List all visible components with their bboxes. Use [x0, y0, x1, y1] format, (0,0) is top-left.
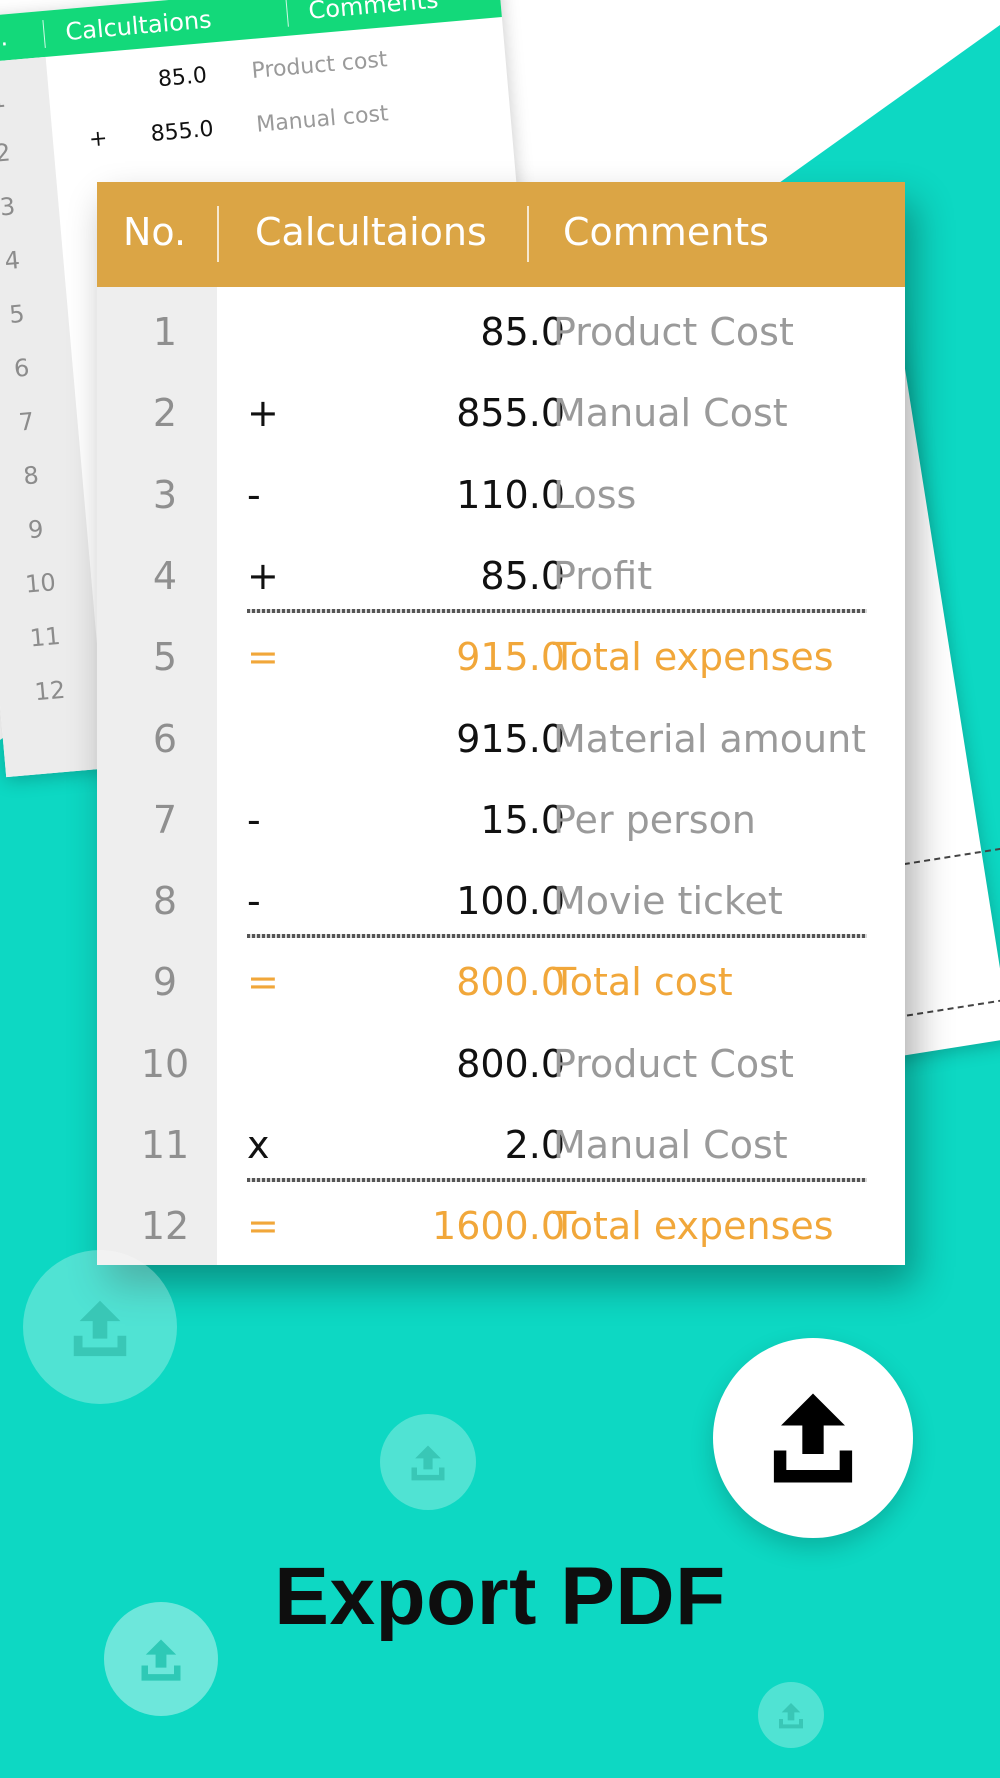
row-value: 915.0 [456, 635, 565, 680]
table-row: 1 85.0 Product Cost [97, 294, 905, 375]
row-operator: = [247, 1204, 279, 1249]
row-number: 2 [152, 391, 178, 436]
back-sheet-header: o. Calcultaions Comments [0, 0, 502, 66]
back-row-value: 855.0 [149, 116, 215, 148]
upload-icon [411, 1445, 445, 1481]
decorative-upload-bubble [758, 1682, 824, 1748]
total-divider [247, 1178, 867, 1183]
table-row: 5 = 915.0 Total expenses [97, 619, 905, 700]
row-value: 110.0 [456, 472, 565, 517]
table-row: 4 +85.0 Profit [97, 538, 905, 619]
table-row: 6 915.0 Material amount [97, 701, 905, 782]
row-operator: + [247, 391, 279, 436]
table-row: 2 +855.0 Manual Cost [97, 375, 905, 456]
table-row: 11 x 2.0 Manual Cost [97, 1107, 905, 1188]
row-operator: + [247, 553, 279, 598]
header-separator [217, 206, 219, 262]
row-comment: Total cost [553, 960, 733, 1005]
back-row-comment: Manual cost [255, 101, 390, 138]
row-value: 800.0 [456, 1041, 565, 1086]
header-comments: Comments [563, 210, 769, 254]
row-operator: - [247, 472, 261, 517]
row-number: 11 [140, 1123, 190, 1167]
row-operator: = [247, 635, 279, 680]
table-row: 8 - 100.0 Movie ticket [97, 863, 905, 944]
row-comment: Movie ticket [553, 879, 783, 924]
decorative-upload-bubble [380, 1414, 476, 1510]
row-number: 12 [140, 1204, 190, 1249]
header-separator [42, 19, 46, 48]
header-separator [285, 0, 289, 27]
decorative-upload-bubble [23, 1250, 177, 1404]
table-row: 9 = 800.0 Total cost [97, 944, 905, 1025]
row-comment: Product Cost [553, 310, 794, 354]
back-row-comment: Product cost [250, 47, 389, 84]
row-comment: Manual Cost [553, 1123, 788, 1167]
back-header-calculations: Calcultaions [64, 5, 213, 47]
back-row-operator: + [87, 125, 109, 153]
row-comment: Loss [553, 472, 637, 517]
row-operator: - [247, 797, 261, 842]
table-row: 7 - 15.0 Per person [97, 782, 905, 863]
row-comment: Manual Cost [553, 391, 788, 436]
row-number: 1 [152, 310, 178, 354]
total-divider [247, 934, 867, 939]
upload-icon [779, 1703, 803, 1729]
export-pdf-button[interactable] [713, 1338, 913, 1538]
back-header-comments: Comments [307, 0, 440, 25]
row-value: 15.0 [480, 797, 565, 842]
row-operator: - [247, 879, 261, 924]
table-row: 12 = 1600.0 Total expenses [97, 1188, 905, 1269]
page-title: Export PDF [274, 1551, 726, 1642]
table-row: 10 800.0 Product Cost [97, 1026, 905, 1107]
row-value: 1600.0 [432, 1204, 565, 1249]
upload-icon [73, 1300, 127, 1357]
row-number: 4 [152, 553, 178, 598]
row-comment: Total expenses [553, 1204, 834, 1249]
row-number: 10 [140, 1041, 190, 1086]
row-value: 2.0 [504, 1123, 565, 1167]
row-number: 7 [152, 797, 178, 842]
table-row: 3 - 110.0 Loss [97, 457, 905, 538]
row-operator: = [247, 960, 279, 1005]
row-number: 8 [152, 879, 178, 924]
row-value: 915.0 [456, 716, 565, 761]
row-number: 3 [152, 472, 178, 517]
row-number: 6 [152, 716, 178, 761]
back-row-value: 85.0 [156, 63, 208, 93]
calculation-table: No. Calcultaions Comments 1 85.0 Product C… [97, 182, 905, 1265]
row-comment: Total expenses [553, 635, 834, 680]
row-value: 800.0 [456, 960, 565, 1005]
row-number: 5 [152, 635, 178, 680]
row-value: 85.0 [480, 310, 565, 354]
table-header: No. Calcultaions Comments [97, 182, 905, 287]
upload-icon [773, 1393, 853, 1483]
row-comment: Profit [553, 553, 653, 598]
total-divider [247, 609, 867, 614]
back-header-no: o. [0, 23, 9, 54]
row-comment: Product Cost [553, 1041, 794, 1086]
header-separator [527, 206, 529, 262]
row-comment: Material amount [553, 716, 867, 761]
row-comment: Per person [553, 797, 756, 842]
row-number: 9 [152, 960, 178, 1005]
row-value: 85.0 [480, 553, 565, 598]
row-value: 100.0 [456, 879, 565, 924]
header-calculations: Calcultaions [255, 210, 487, 254]
row-operator: x [247, 1123, 270, 1167]
header-no: No. [123, 210, 187, 254]
row-value: 855.0 [456, 391, 565, 436]
